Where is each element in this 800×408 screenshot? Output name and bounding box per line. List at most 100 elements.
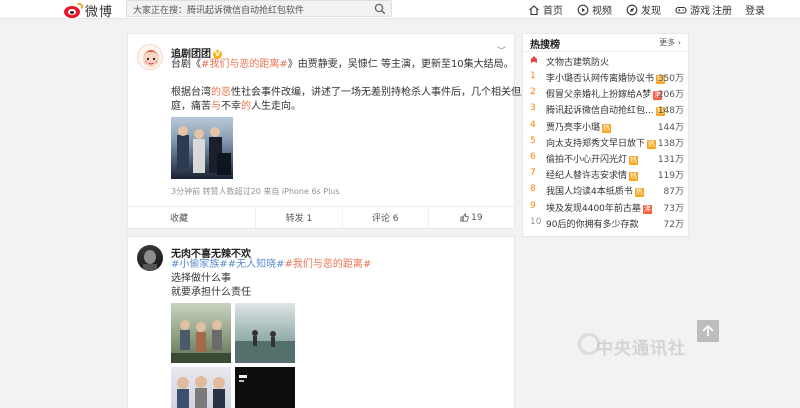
- hot-count: 87万: [663, 187, 684, 198]
- hot-count: 138万: [657, 138, 684, 149]
- top-nav: 首页 视频 发现 游戏: [528, 2, 724, 17]
- hot-title: 我国人均读4本纸质书热: [546, 184, 644, 198]
- hot-rank: 10: [530, 216, 542, 227]
- thumbs-up-icon: [460, 213, 469, 222]
- nav-discover[interactable]: 发现: [626, 2, 661, 17]
- search-icon[interactable]: [374, 3, 386, 15]
- hot-count: 119万: [657, 171, 684, 182]
- hot-search-item[interactable]: 10 90后的你拥有多少存款 72万: [530, 216, 684, 232]
- nav-game[interactable]: 游戏: [675, 2, 710, 17]
- post-text-line: 台剧《#我们与恶的距离#》由贾静雯，吴慷仁 等主演，更新至10集大结局。: [171, 59, 514, 70]
- repost-button[interactable]: 转发 1: [256, 207, 343, 228]
- hot-search-panel: 热搜榜 更多 › 文物古建筑防火 1 李小璐否认网传离婚协议书热 350万 2 假冒父亲…: [522, 33, 689, 237]
- back-to-top-button[interactable]: [697, 320, 719, 342]
- hot-search-item[interactable]: 7 经纪人替许志安求情热 119万: [530, 167, 684, 183]
- hot-badge: 热: [629, 156, 639, 165]
- film-poster-image: [171, 320, 231, 363]
- hot-rank: 8: [530, 184, 536, 195]
- hot-search-item[interactable]: 2 假冒父亲婚礼上扮嫁给A梦沸 206万: [530, 86, 684, 102]
- arrow-up-icon: [702, 325, 714, 336]
- avatar[interactable]: [137, 44, 163, 70]
- avatar[interactable]: [137, 245, 163, 271]
- post-image[interactable]: [171, 367, 231, 408]
- register-link[interactable]: 注册: [712, 2, 732, 17]
- mascot-avatar-icon: [143, 50, 159, 67]
- hot-title: 腾讯起诉微信自动抢红包... 热: [546, 103, 665, 117]
- post-image[interactable]: [171, 117, 233, 179]
- hot-title: 经纪人替许志安求情热: [546, 168, 639, 182]
- weibo-eye-icon: [63, 2, 83, 19]
- hot-count: 148万: [657, 106, 684, 117]
- hashtag-link[interactable]: #小偷家族#: [171, 259, 228, 270]
- comment-button[interactable]: 评论 6: [343, 207, 429, 228]
- hot-search-item[interactable]: 3 腾讯起诉微信自动抢红包... 热 148万: [530, 102, 684, 118]
- hot-search-item[interactable]: 文物古建筑防火: [530, 54, 684, 70]
- post-image[interactable]: [171, 303, 231, 363]
- hot-rank: 5: [530, 135, 536, 146]
- nav-video[interactable]: 视频: [577, 2, 612, 17]
- hot-title: 向太支持郑秀文早日放下热: [546, 136, 657, 149]
- hot-rank: 2: [530, 87, 536, 98]
- post-image[interactable]: [235, 303, 295, 363]
- hot-title: 90后的你拥有多少存款: [546, 217, 638, 230]
- hot-badge: 热: [634, 188, 644, 198]
- hot-badge: 热: [602, 123, 612, 133]
- hot-search-item[interactable]: 4 贾乃亮李小璐热 144万: [530, 119, 684, 135]
- search-box[interactable]: 大家正在搜：腾讯起诉微信自动抢红包软件: [126, 0, 392, 17]
- hot-rank: 3: [530, 103, 536, 114]
- hashtag-link[interactable]: #无人知晓#: [228, 259, 285, 270]
- hot-search-item[interactable]: 1 李小璐否认网传离婚协议书热 350万: [530, 70, 684, 86]
- post-actions: 收藏 转发 1 评论 6 19: [128, 206, 514, 228]
- compass-icon: [626, 4, 638, 15]
- weibo-logo[interactable]: 微博: [63, 1, 113, 20]
- home-icon: [529, 4, 539, 15]
- post-text-line: 庭，痛苦与不幸的人生走向。: [171, 101, 301, 112]
- hot-rank: 4: [530, 119, 536, 130]
- hashtag-link[interactable]: #我们与恶的距离#: [285, 259, 372, 270]
- hot-title: 贾乃亮李小璐热: [546, 120, 612, 133]
- hot-title-text: 经纪人替许志安求情: [546, 171, 628, 182]
- hot-title: 假冒父亲婚礼上扮嫁给A梦沸: [546, 87, 663, 101]
- hot-rank: 6: [530, 152, 536, 162]
- hot-title-text: 我国人均读4本纸质书: [546, 187, 633, 198]
- watermark: 中央通讯社: [596, 339, 686, 359]
- hot-badge: 热: [647, 139, 657, 149]
- hashtag-link[interactable]: #我们与恶的距离#: [201, 59, 288, 70]
- favorite-button[interactable]: 收藏: [128, 207, 257, 228]
- hot-count: 144万: [657, 122, 684, 133]
- hot-rank: 7: [530, 168, 536, 179]
- nav-home[interactable]: 首页: [528, 2, 563, 17]
- hot-badge: 热: [629, 172, 639, 182]
- hot-badge: 沸: [642, 204, 652, 214]
- video-icon: [577, 4, 589, 15]
- search-input[interactable]: 大家正在搜：腾讯起诉微信自动抢红包软件: [133, 3, 304, 16]
- pinned-fire-icon: [531, 56, 537, 63]
- post-image[interactable]: [235, 367, 295, 408]
- gamepad-icon: [675, 6, 687, 14]
- hot-search-title: 热搜榜: [530, 40, 560, 51]
- hot-title-text: 90后的你拥有多少存款: [546, 219, 639, 230]
- film-poster-image: [235, 330, 295, 363]
- like-button[interactable]: 19: [429, 207, 514, 228]
- user-photo-icon: [143, 250, 157, 271]
- hot-rank: 1: [530, 71, 536, 81]
- hot-title-text: 贾乃亮李小璐: [546, 122, 601, 133]
- hot-search-item[interactable]: 9 埃及发现4400年前古墓沸 73万: [530, 200, 684, 216]
- chevron-down-icon[interactable]: ﹀: [497, 44, 506, 57]
- weibo-post: 无肉不喜无辣不欢 #小偷家族##无人知晓##我们与恶的距离# 选择做什么事 就要…: [127, 236, 515, 408]
- film-poster-image: [177, 376, 225, 408]
- top-bar: 微博 大家正在搜：腾讯起诉微信自动抢红包软件 首页 视频 发现 游戏 注册 登录: [0, 0, 800, 20]
- hot-title-text: 腾讯起诉微信自动抢红包...: [546, 106, 654, 117]
- more-link[interactable]: 更多 ›: [659, 37, 681, 48]
- hot-rank: 9: [530, 200, 536, 211]
- film-poster-image: [239, 375, 247, 382]
- hot-search-item[interactable]: 8 我国人均读4本纸质书热 87万: [530, 183, 684, 199]
- hot-title: 偷拍不小心开闪光灯热: [546, 152, 639, 165]
- hot-title: 埃及发现4400年前古墓沸: [546, 201, 652, 214]
- hot-search-item[interactable]: 6 偷拍不小心开闪光灯热 131万: [530, 151, 684, 167]
- post-meta: 3分钟前 转赞人数超过20 来自 iPhone 6s Plus: [171, 187, 340, 196]
- hot-count: 131万: [657, 155, 684, 165]
- drama-poster-image: [177, 126, 231, 175]
- hot-search-item[interactable]: 5 向太支持郑秀文早日放下热 138万: [530, 135, 684, 151]
- login-link[interactable]: 登录: [745, 2, 765, 17]
